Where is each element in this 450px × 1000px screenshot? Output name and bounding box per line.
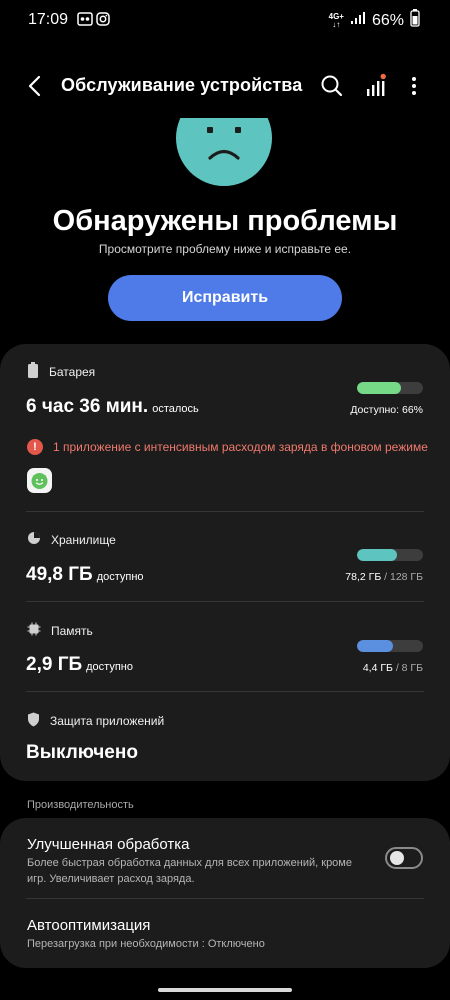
instagram-icon xyxy=(96,12,110,31)
battery-label: Батарея xyxy=(49,364,96,379)
storage-value: 49,8 ГБ доступно xyxy=(26,564,144,585)
shield-icon xyxy=(27,712,40,730)
status-time: 17:09 xyxy=(28,11,69,28)
fix-button[interactable]: Исправить xyxy=(108,275,342,321)
memory-header[interactable]: Память xyxy=(27,622,93,639)
storage-label: Хранилище xyxy=(51,532,116,547)
memory-label: Память xyxy=(51,623,93,638)
signal-icon xyxy=(350,11,366,30)
app-bar: Обслуживание устройства xyxy=(0,62,450,110)
divider xyxy=(26,898,424,899)
screen-recorder-icon xyxy=(77,12,93,31)
back-arrow-icon[interactable] xyxy=(22,72,50,100)
storage-bar xyxy=(357,549,423,561)
battery-caption: Доступно: 66% xyxy=(350,404,423,416)
memory-value: 2,9 ГБ доступно xyxy=(26,654,133,675)
hero-title: Обнаружены проблемы xyxy=(52,205,398,237)
battery-icon xyxy=(27,362,39,381)
storage-pie-icon xyxy=(27,531,41,548)
performance-section-label: Производительность xyxy=(27,799,134,811)
battery-icon xyxy=(410,9,420,32)
memory-bar-fill xyxy=(357,640,394,652)
toggle-knob xyxy=(390,851,404,865)
battery-percent: 66% xyxy=(371,11,404,29)
enhanced-processing-toggle[interactable] xyxy=(385,847,423,869)
storage-bar-fill xyxy=(357,549,398,561)
protection-header[interactable]: Защита приложений xyxy=(27,712,164,730)
battery-header[interactable]: Батарея xyxy=(27,362,95,381)
protection-value: Выключено xyxy=(26,742,138,763)
divider xyxy=(26,691,424,692)
auto-optimization-title[interactable]: Автооптимизация xyxy=(27,917,150,934)
auto-optimization-description: Перезагрузка при необходимости : Отключе… xyxy=(27,938,265,950)
more-options-icon[interactable] xyxy=(400,72,428,100)
battery-warning-text: 1 приложение с интенсивным расходом заря… xyxy=(53,440,428,454)
hero-subtitle: Просмотрите проблему ниже и исправьте ее… xyxy=(98,242,352,256)
battery-bar xyxy=(357,382,423,394)
search-icon[interactable] xyxy=(318,72,346,100)
sad-face-icon xyxy=(176,118,272,186)
memory-bar xyxy=(357,640,423,652)
divider xyxy=(26,511,424,512)
android-app-icon[interactable] xyxy=(27,468,52,493)
battery-bar-fill xyxy=(357,382,401,394)
battery-warning[interactable]: ! 1 приложение с интенсивным расходом за… xyxy=(27,439,428,455)
storage-caption: 78,2 ГБ / 128 ГБ xyxy=(345,571,423,583)
diagnostics-icon[interactable] xyxy=(362,72,390,100)
enhanced-processing-title[interactable]: Улучшенная обработка xyxy=(27,836,190,853)
network-type-icon: 4G+ ↓↑ xyxy=(328,11,344,29)
enhanced-processing-description: Более быстрая обработка данных для всех … xyxy=(27,857,352,885)
warning-icon: ! xyxy=(27,439,43,455)
gesture-bar[interactable] xyxy=(158,988,292,992)
memory-caption: 4,4 ГБ / 8 ГБ xyxy=(362,662,423,674)
status-right: 4G+ ↓↑ 66% xyxy=(329,9,420,32)
divider xyxy=(26,601,424,602)
storage-header[interactable]: Хранилище xyxy=(27,531,116,548)
battery-value: 6 час 36 мин. осталось xyxy=(26,396,199,417)
page-title: Обслуживание устройства xyxy=(61,75,303,95)
status-bar: 17:09 4G+ ↓↑ 66% xyxy=(0,0,450,40)
memory-chip-icon xyxy=(27,622,41,639)
protection-label: Защита приложений xyxy=(50,714,165,728)
